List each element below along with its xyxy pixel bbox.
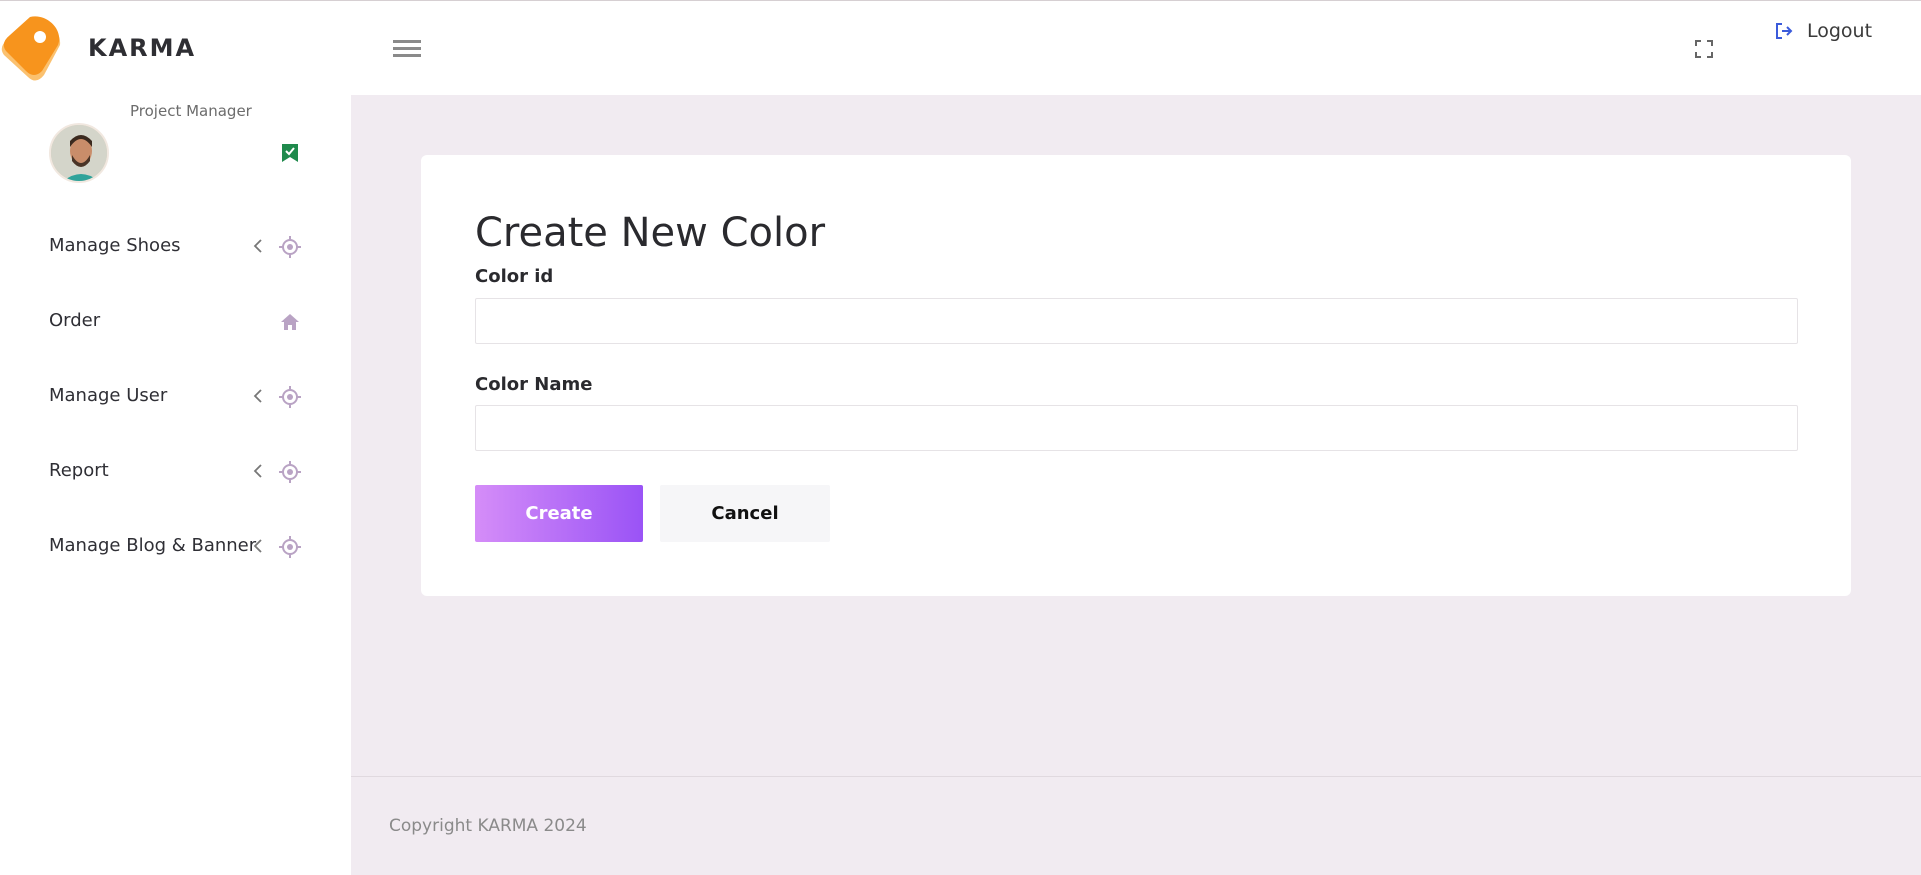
app-root: KARMA Project Manager Manage Shoes Order… — [0, 0, 1921, 875]
cancel-button[interactable]: Cancel — [660, 485, 830, 542]
sidebar: KARMA Project Manager Manage Shoes Order… — [0, 0, 351, 875]
avatar[interactable] — [49, 123, 109, 183]
topbar: Logout — [351, 0, 1921, 95]
bookmark-check-icon — [282, 144, 298, 162]
logo-icon — [1, 16, 61, 81]
target-icon — [279, 386, 301, 408]
logout-label: Logout — [1807, 20, 1873, 42]
sidebar-item-label: Report — [49, 460, 109, 481]
chevron-left-icon — [253, 389, 262, 403]
sidebar-item-manage-blog-banner[interactable]: Manage Blog & Banner — [0, 511, 351, 586]
create-button[interactable]: Create — [475, 485, 643, 542]
menu-icon[interactable] — [393, 38, 421, 60]
profile: Project Manager — [0, 96, 351, 191]
target-icon — [279, 236, 301, 258]
sidebar-item-manage-shoes[interactable]: Manage Shoes — [0, 211, 351, 286]
sidebar-item-label: Manage Shoes — [49, 235, 181, 256]
chevron-left-icon — [253, 464, 262, 478]
sidebar-item-label: Manage Blog & Banner — [49, 535, 257, 556]
sidebar-item-order[interactable]: Order — [0, 286, 351, 361]
brand[interactable]: KARMA — [0, 13, 351, 83]
main-content: Create New Color Color id Color Name Cre… — [351, 95, 1921, 875]
home-icon — [281, 314, 299, 330]
color-name-label: Color Name — [475, 374, 593, 395]
avatar-image — [51, 125, 107, 181]
sidebar-item-manage-user[interactable]: Manage User — [0, 361, 351, 436]
footer: Copyright KARMA 2024 — [351, 776, 1921, 875]
create-color-card: Create New Color Color id Color Name Cre… — [421, 155, 1851, 596]
sidebar-item-label: Manage User — [49, 385, 168, 406]
brand-name: KARMA — [88, 34, 197, 62]
fullscreen-icon[interactable] — [1694, 39, 1714, 59]
profile-role: Project Manager — [130, 102, 252, 120]
sidebar-item-report[interactable]: Report — [0, 436, 351, 511]
logout-link[interactable]: Logout — [1775, 18, 1872, 44]
color-id-label: Color id — [475, 266, 554, 287]
sidebar-item-label: Order — [49, 310, 101, 331]
chevron-left-icon — [253, 239, 262, 253]
logout-icon — [1776, 23, 1793, 39]
target-icon — [279, 461, 301, 483]
copyright-text: Copyright KARMA 2024 — [389, 816, 587, 836]
color-id-input[interactable] — [475, 298, 1798, 344]
page-title: Create New Color — [475, 210, 826, 256]
chevron-left-icon — [253, 539, 262, 553]
target-icon — [279, 536, 301, 558]
color-name-input[interactable] — [475, 405, 1798, 451]
sidebar-nav: Manage Shoes Order Manage User Report Ma… — [0, 211, 351, 586]
